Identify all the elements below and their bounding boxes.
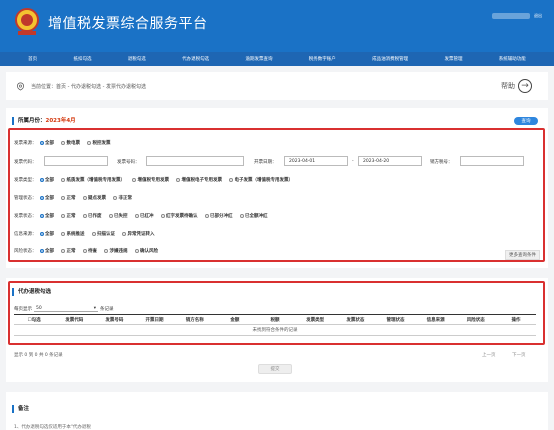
source-taxcontrol-radio[interactable]: 税控发票 (87, 140, 111, 146)
type-all-radio[interactable]: 全部 (39, 177, 54, 183)
info-abnormal-radio[interactable]: 异常凭证转入 (122, 231, 155, 237)
nav-overdue[interactable]: 逾期发票查询 (245, 56, 272, 62)
status-red-pending-radio[interactable]: 红字发票待确认 (160, 213, 198, 219)
date-label: 开票日期： (254, 160, 277, 165)
code-label: 发票代码： (14, 160, 37, 165)
status-red-radio[interactable]: 已红冲 (134, 213, 154, 219)
col-status: 发票状态 (346, 317, 365, 323)
risk-confirmed-radio[interactable]: 确认风险 (134, 248, 158, 254)
mgmt-suspect-radio[interactable]: 疑点发票 (82, 195, 106, 201)
next-page-link[interactable]: 下一页 (512, 352, 526, 358)
risk-normal-radio[interactable]: 正常 (61, 248, 76, 254)
more-conditions-button[interactable]: 更多查询条件 (505, 250, 540, 260)
col-amount: 金额 (230, 317, 240, 323)
type-special-radio[interactable]: 增值税专用发票 (132, 177, 169, 183)
status-row: 发票状态： 全部 正常 已作废 已失控 已红冲 红字发票待确认 已部分冲红 已全… (14, 213, 268, 219)
invoice-table: ☐勾选 发票代码 发票号码 开票日期 销方名称 金额 税额 发票类型 发票状态 … (14, 314, 536, 336)
seller-taxid-input[interactable] (460, 156, 524, 166)
breadcrumb-bar: 当前位置：首页 - 代办退税勾选 - 发票代办退税勾选 帮助 → (6, 72, 548, 100)
risk-row: 风险状态： 全部 正常 待查 涉嫌违规 确认风险 (14, 248, 158, 254)
arrow-right-icon: → (518, 79, 532, 93)
invoice-code-input[interactable] (44, 156, 108, 166)
page-size-control: 每页显示 50 ▾ 条记录 (14, 305, 114, 312)
empty-message: 未找到符合条件的记录 (252, 328, 298, 333)
info-all-radio[interactable]: 全部 (39, 231, 54, 237)
col-select[interactable]: ☐勾选 (14, 317, 54, 323)
date-separator: - (352, 159, 354, 164)
info-push-radio[interactable]: 系统推送 (61, 231, 85, 237)
type-e-special-radio[interactable]: 增值税电子专用发票 (176, 177, 222, 183)
risk-violation-radio[interactable]: 涉嫌违规 (104, 248, 128, 254)
col-number: 发票号码 (105, 317, 124, 323)
main-nav: 首页 抵扣勾选 退税勾选 代办退税勾选 逾期发票查询 税务数字账户 成品油消费税… (0, 52, 554, 66)
month-title: 所属月份：2023年4月 (12, 117, 76, 125)
location-icon (16, 82, 25, 91)
type-digital-radio[interactable]: 电子发票（增值税专用发票） (229, 177, 293, 183)
nav-oil-tax[interactable]: 成品油消费税管理 (372, 56, 408, 62)
source-row: 发票来源： 全部 数电票 税控发票 (14, 140, 111, 146)
query-button[interactable]: 查询 (514, 117, 538, 125)
table-header: ☐勾选 发票代码 发票号码 开票日期 销方名称 金额 税额 发票类型 发票状态 … (14, 315, 536, 325)
invoice-number-input[interactable] (146, 156, 244, 166)
number-label: 发票号码： (117, 160, 140, 165)
source-digital-radio[interactable]: 数电票 (61, 140, 80, 146)
prev-page-link[interactable]: 上一页 (482, 352, 496, 358)
month-value: 2023年4月 (45, 118, 76, 124)
seller-label: 销方税号： (430, 160, 453, 165)
nav-home[interactable]: 首页 (28, 56, 37, 62)
info-row: 信息来源： 全部 系统推送 扫描认证 异常凭证转入 (14, 231, 155, 237)
help-button[interactable]: 帮助 → (501, 79, 532, 93)
nav-system[interactable]: 系统辅助功能 (499, 56, 526, 62)
col-seller: 销方名称 (185, 317, 204, 323)
site-title: 增值税发票综合服务平台 (48, 16, 208, 32)
nav-refund[interactable]: 退税勾选 (128, 56, 146, 62)
risk-pending-radio[interactable]: 待查 (82, 248, 97, 254)
user-area: 退出 (462, 10, 542, 22)
col-mgmt: 管理状态 (386, 317, 405, 323)
risk-all-radio[interactable]: 全部 (39, 248, 54, 254)
status-full-red-radio[interactable]: 已全额冲红 (239, 213, 268, 219)
page-size-select[interactable]: 50 ▾ (34, 305, 98, 312)
date-to-input[interactable]: 2023-04-20 (358, 156, 422, 166)
tax-emblem-icon (15, 8, 39, 35)
mgmt-row: 管理状态： 全部 正常 疑点发票 非正常 (14, 195, 132, 201)
status-normal-radio[interactable]: 正常 (61, 213, 76, 219)
col-type: 发票类型 (306, 317, 325, 323)
top-header: 增值税发票综合服务平台 退出 (0, 0, 554, 52)
mgmt-abnormal-radio[interactable]: 非正常 (113, 195, 132, 201)
notes-line-1: 1、代办退税勾选仅适用于本"代办退税 (14, 425, 91, 430)
notes-title: 备注 (12, 405, 29, 413)
source-all-radio[interactable]: 全部 (39, 140, 54, 146)
col-info: 信息来源 (426, 317, 445, 323)
mgmt-normal-radio[interactable]: 正常 (61, 195, 76, 201)
type-paper-radio[interactable]: 纸质发票（增值税专用发票） (61, 177, 125, 183)
col-tax: 税额 (270, 317, 280, 323)
breadcrumb: 当前位置：首页 - 代办退税勾选 - 发票代办退税勾选 (31, 83, 146, 90)
record-summary: 显示 0 到 0 共 0 条记录 (14, 353, 63, 358)
info-scan-radio[interactable]: 扫描认证 (91, 231, 115, 237)
list-title: 代办退税勾选 (12, 288, 51, 296)
type-row: 发票类型： 全部 纸质发票（增值税专用发票） 增值税专用发票 增值税电子专用发票… (14, 177, 293, 183)
col-action: 操作 (511, 317, 521, 323)
nav-deduction[interactable]: 抵扣勾选 (73, 56, 91, 62)
col-date: 开票日期 (145, 317, 164, 323)
status-void-radio[interactable]: 已作废 (82, 213, 102, 219)
help-label: 帮助 (501, 82, 515, 90)
user-name (492, 13, 530, 19)
submit-button[interactable]: 提交 (258, 364, 292, 374)
status-partial-red-radio[interactable]: 已部分冲红 (204, 213, 233, 219)
col-risk: 风险状态 (466, 317, 485, 323)
mgmt-all-radio[interactable]: 全部 (39, 195, 54, 201)
nav-invoice-mgmt[interactable]: 发票管理 (444, 56, 462, 62)
nav-agent-refund[interactable]: 代办退税勾选 (182, 56, 209, 62)
status-lost-radio[interactable]: 已失控 (108, 213, 128, 219)
col-code: 发票代码 (65, 317, 84, 323)
status-all-radio[interactable]: 全部 (39, 213, 54, 219)
chevron-down-icon: ▾ (93, 305, 96, 311)
date-from-input[interactable]: 2023-04-01 (284, 156, 348, 166)
logout-link[interactable]: 退出 (534, 13, 542, 19)
nav-digital-account[interactable]: 税务数字账户 (309, 56, 336, 62)
